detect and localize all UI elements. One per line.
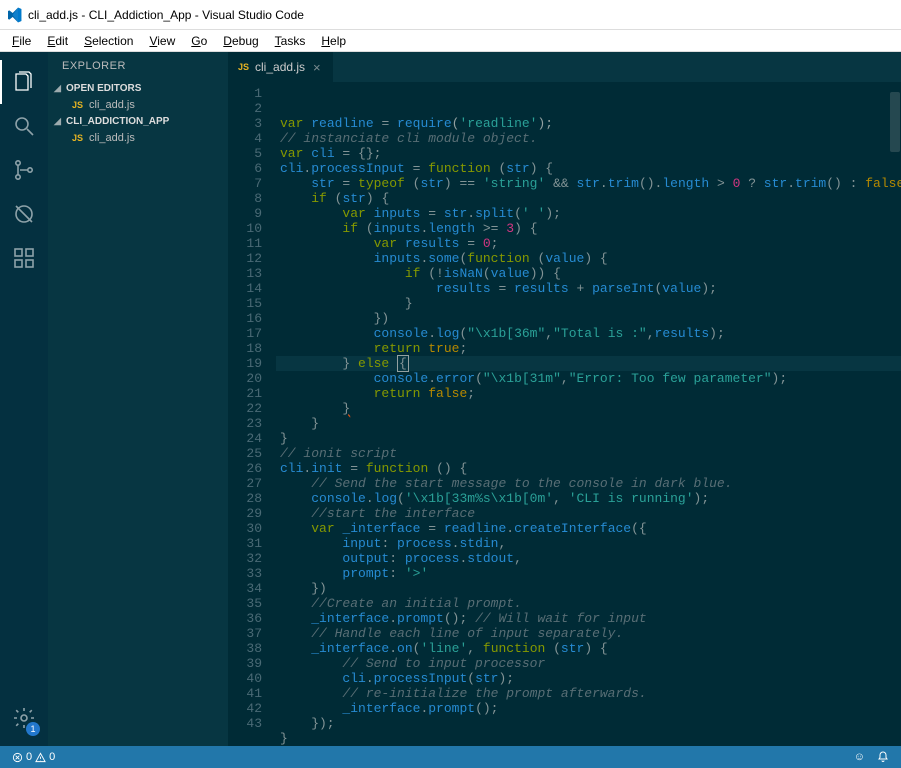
window-titlebar: cli_add.js - CLI_Addiction_App - Visual … — [0, 0, 901, 30]
tab-label: cli_add.js — [255, 60, 305, 74]
warning-icon — [35, 752, 46, 763]
code-lines[interactable]: var readline = require('readline');// in… — [276, 82, 901, 746]
code-line[interactable]: str = typeof (str) == 'string' && str.tr… — [276, 176, 901, 191]
search-activity[interactable] — [0, 104, 48, 148]
menu-view[interactable]: View — [141, 32, 183, 50]
code-line[interactable]: var _interface = readline.createInterfac… — [276, 521, 901, 536]
menu-go[interactable]: Go — [183, 32, 215, 50]
scroll-thumb[interactable] — [890, 92, 900, 152]
code-line[interactable]: console.error("\x1b[31m","Error: Too few… — [276, 371, 901, 386]
scm-activity[interactable] — [0, 148, 48, 192]
menu-tasks[interactable]: Tasks — [267, 32, 314, 50]
code-line[interactable]: var readline = require('readline'); — [276, 116, 901, 131]
menubar: FileEditSelectionViewGoDebugTasksHelp — [0, 30, 901, 52]
code-line[interactable]: output: process.stdout, — [276, 551, 901, 566]
code-line[interactable]: cli.processInput(str); — [276, 671, 901, 686]
code-line[interactable]: if (!isNaN(value)) { — [276, 266, 901, 281]
close-icon[interactable]: × — [311, 60, 323, 75]
code-line[interactable]: }) — [276, 311, 901, 326]
menu-debug[interactable]: Debug — [215, 32, 266, 50]
code-line[interactable]: _interface.prompt(); // Will wait for in… — [276, 611, 901, 626]
status-problems[interactable]: 0 0 — [8, 751, 59, 763]
code-line[interactable]: input: process.stdin, — [276, 536, 901, 551]
code-line[interactable]: // instanciate cli module object. — [276, 131, 901, 146]
error-icon — [12, 752, 23, 763]
menu-help[interactable]: Help — [313, 32, 354, 50]
sidebar-title: EXPLORER — [48, 52, 228, 80]
code-line[interactable]: results = results + parseInt(value); — [276, 281, 901, 296]
code-line[interactable]: inputs.some(function (value) { — [276, 251, 901, 266]
editor-tab[interactable]: JS cli_add.js × — [228, 52, 333, 82]
js-file-icon: JS — [72, 100, 83, 110]
code-line[interactable]: // Send to input processor — [276, 656, 901, 671]
code-line[interactable]: } — [276, 416, 901, 431]
status-feedback[interactable]: ☺ — [850, 751, 869, 763]
editor-tabs: JS cli_add.js × — [228, 52, 901, 82]
manage-gear[interactable]: 1 — [0, 696, 48, 740]
code-line[interactable]: } — [276, 296, 901, 311]
code-line[interactable]: } — [276, 401, 901, 416]
vscode-icon — [6, 7, 22, 23]
code-line[interactable]: // re-initialize the prompt afterwards. — [276, 686, 901, 701]
code-line[interactable]: return false; — [276, 386, 901, 401]
extensions-activity[interactable] — [0, 236, 48, 280]
status-notifications[interactable] — [873, 751, 893, 763]
code-line[interactable]: // ionit script — [276, 446, 901, 461]
code-line[interactable]: // Send the start message to the console… — [276, 476, 901, 491]
smiley-icon: ☺ — [854, 751, 865, 763]
debug-activity[interactable] — [0, 192, 48, 236]
code-line[interactable]: var cli = {}; — [276, 146, 901, 161]
menu-file[interactable]: File — [4, 32, 39, 50]
code-line[interactable]: return true; — [276, 341, 901, 356]
bell-icon — [877, 751, 889, 763]
code-line[interactable]: console.log("\x1b[36m","Total is :",resu… — [276, 326, 901, 341]
code-line[interactable]: console.log('\x1b[33m%s\x1b[0m', 'CLI is… — [276, 491, 901, 506]
menu-selection[interactable]: Selection — [76, 32, 141, 50]
editor-area: JS cli_add.js × 123456789101112131415161… — [228, 52, 901, 746]
code-line[interactable]: }); — [276, 716, 901, 731]
code-line[interactable]: }) — [276, 581, 901, 596]
explorer-sidebar: EXPLORER ◢OPEN EDITORSJScli_add.js◢CLI_A… — [48, 52, 228, 746]
code-line[interactable]: cli.init = function () { — [276, 461, 901, 476]
section-open-editors[interactable]: ◢OPEN EDITORS — [48, 80, 228, 97]
code-line[interactable]: _interface.on('line', function (str) { — [276, 641, 901, 656]
line-number-gutter: 1234567891011121314151617181920212223242… — [228, 82, 276, 746]
vertical-scrollbar[interactable] — [889, 82, 901, 746]
code-line[interactable]: prompt: '>' — [276, 566, 901, 581]
code-line[interactable]: var inputs = str.split(' '); — [276, 206, 901, 221]
code-editor[interactable]: 1234567891011121314151617181920212223242… — [228, 82, 901, 746]
menu-edit[interactable]: Edit — [39, 32, 76, 50]
code-line[interactable]: // Handle each line of input separately. — [276, 626, 901, 641]
code-line[interactable]: } — [276, 431, 901, 446]
file-item[interactable]: JScli_add.js — [48, 130, 228, 146]
file-item[interactable]: JScli_add.js — [48, 97, 228, 113]
code-line[interactable]: var results = 0; — [276, 236, 901, 251]
js-file-icon: JS — [72, 133, 83, 143]
code-line[interactable]: if (str) { — [276, 191, 901, 206]
workbench: 1 EXPLORER ◢OPEN EDITORSJScli_add.js◢CLI… — [0, 52, 901, 746]
code-line[interactable]: } else { — [276, 356, 901, 371]
window-title: cli_add.js - CLI_Addiction_App - Visual … — [28, 8, 304, 22]
status-bar: 0 0 ☺ — [0, 746, 901, 768]
code-line[interactable]: //Create an initial prompt. — [276, 596, 901, 611]
code-line[interactable]: cli.processInput = function (str) { — [276, 161, 901, 176]
explorer-activity[interactable] — [0, 60, 48, 104]
section-cli-addiction-app[interactable]: ◢CLI_ADDICTION_APP — [48, 113, 228, 130]
code-line[interactable]: if (inputs.length >= 3) { — [276, 221, 901, 236]
code-line[interactable]: //start the interface — [276, 506, 901, 521]
code-line[interactable]: _interface.prompt(); — [276, 701, 901, 716]
gear-badge: 1 — [26, 722, 40, 736]
code-line[interactable]: } — [276, 731, 901, 746]
activity-bar: 1 — [0, 52, 48, 746]
js-file-icon: JS — [238, 62, 249, 72]
